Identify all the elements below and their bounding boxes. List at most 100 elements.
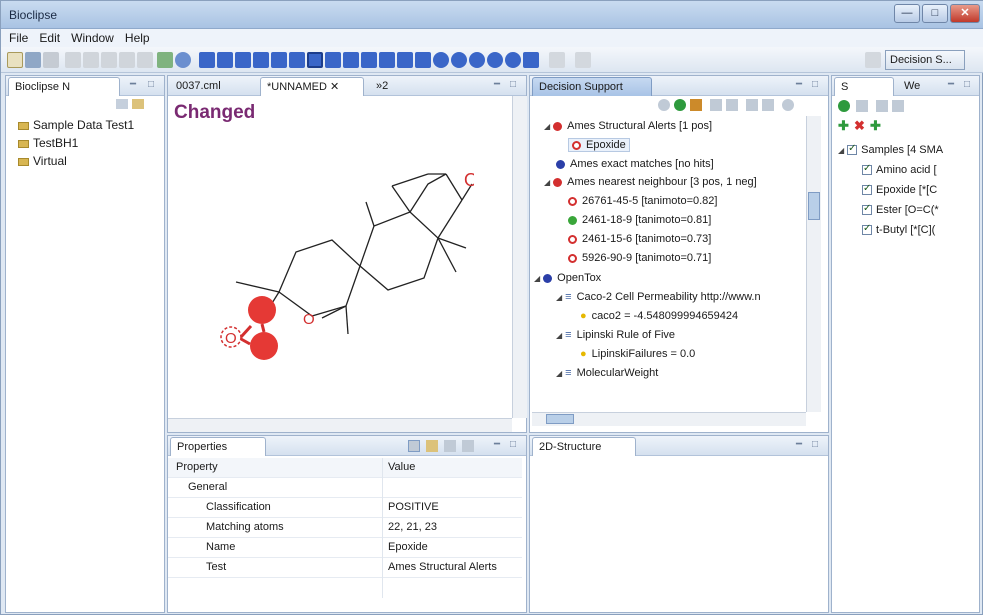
editor-hscroll[interactable] bbox=[168, 418, 512, 432]
expand-all-icon[interactable] bbox=[746, 99, 758, 111]
nav-back-icon[interactable] bbox=[549, 52, 565, 68]
filter-icon[interactable] bbox=[426, 440, 438, 452]
maximize-panel-icon[interactable]: □ bbox=[148, 79, 154, 90]
load-icon[interactable] bbox=[856, 100, 868, 112]
tree-row-lipinski[interactable]: ◢ ≡ Lipinski Rule of Five bbox=[556, 329, 675, 341]
tree-row-ames-nearest[interactable]: ◢ Ames nearest neighbour [3 pos, 1 neg] bbox=[544, 176, 757, 188]
maximize-panel-icon[interactable]: □ bbox=[510, 79, 516, 90]
sample-item[interactable]: Ester [O=C(* bbox=[862, 203, 939, 216]
tree-row-neighbour[interactable]: 2461-18-9 [tanimoto=0.81] bbox=[568, 214, 711, 226]
collapse-all-icon[interactable] bbox=[892, 100, 904, 112]
editor-vscroll[interactable] bbox=[512, 96, 527, 418]
expand-all-icon[interactable] bbox=[876, 100, 888, 112]
tab-decision-support[interactable]: Decision Support bbox=[532, 77, 652, 96]
maximize-panel-icon[interactable]: □ bbox=[812, 79, 818, 90]
save-all-icon[interactable] bbox=[43, 52, 59, 68]
new-icon[interactable] bbox=[7, 52, 23, 68]
add-sample-icon[interactable]: ✚ bbox=[870, 118, 881, 134]
tree-row-neighbour[interactable]: 26761-45-5 [tanimoto=0.82] bbox=[568, 195, 717, 207]
molecule-canvas[interactable]: O O O bbox=[204, 166, 474, 376]
save-icon[interactable] bbox=[25, 52, 41, 68]
nav-forward-icon[interactable] bbox=[575, 52, 591, 68]
link-editor-icon[interactable] bbox=[132, 99, 144, 109]
menu-edit[interactable]: Edit bbox=[39, 31, 60, 45]
benzene-ring-icon[interactable] bbox=[487, 52, 503, 68]
checkbox[interactable] bbox=[862, 223, 872, 236]
tab-navigator[interactable]: Bioclipse N bbox=[8, 77, 120, 96]
checkbox[interactable] bbox=[847, 143, 858, 156]
rectangle-select-icon[interactable] bbox=[379, 52, 395, 68]
heptagon-ring-icon[interactable] bbox=[469, 52, 485, 68]
nav-item-testbh1[interactable]: TestBH1 bbox=[18, 136, 78, 150]
samples-root[interactable]: ◢ Samples [4 SMA bbox=[838, 143, 943, 156]
scroll-thumb[interactable] bbox=[808, 192, 820, 220]
tab-0037-cml[interactable]: 0037.cml bbox=[170, 77, 256, 96]
run-icon[interactable] bbox=[838, 100, 850, 112]
collapse-all-icon[interactable] bbox=[762, 99, 774, 111]
add-icon[interactable]: ✚ bbox=[838, 118, 849, 134]
highlighted-atom-icon[interactable] bbox=[248, 296, 276, 324]
tree-row-caco2-value[interactable]: ● caco2 = -4.548099994659424 bbox=[580, 310, 738, 322]
tree-row-epoxide[interactable]: Epoxide bbox=[568, 138, 630, 152]
checkbox[interactable] bbox=[862, 203, 872, 216]
hexagon-ring-icon[interactable] bbox=[451, 52, 467, 68]
charge-icon[interactable] bbox=[361, 52, 377, 68]
export-icon[interactable] bbox=[726, 99, 738, 111]
sample-item[interactable]: t-Butyl [*[C]( bbox=[862, 223, 935, 236]
expand-icon[interactable]: ◢ bbox=[556, 293, 562, 302]
tab-overflow[interactable]: »2 bbox=[370, 77, 396, 96]
eraser-icon[interactable] bbox=[343, 52, 359, 68]
expand-icon[interactable]: ◢ bbox=[556, 331, 562, 340]
sample-item[interactable]: Epoxide [*[C bbox=[862, 183, 937, 196]
property-group[interactable]: General bbox=[168, 478, 522, 498]
copy-icon[interactable] bbox=[83, 52, 99, 68]
run-tests-icon[interactable] bbox=[674, 99, 686, 111]
minimize-panel-icon[interactable]: ━ bbox=[796, 79, 802, 90]
minimize-panel-icon[interactable]: ━ bbox=[494, 79, 500, 90]
property-row[interactable]: Test Ames Structural Alerts bbox=[168, 558, 522, 578]
scroll-thumb[interactable] bbox=[546, 414, 574, 424]
tree-row-ames-alerts[interactable]: ◢ Ames Structural Alerts [1 pos] bbox=[544, 120, 712, 132]
tab-we[interactable]: We bbox=[898, 77, 942, 96]
checkbox[interactable] bbox=[862, 163, 872, 176]
sample-item[interactable]: Amino acid [ bbox=[862, 163, 937, 176]
tab-properties[interactable]: Properties bbox=[170, 437, 266, 456]
nav-item-virtual[interactable]: Virtual bbox=[18, 154, 67, 168]
flip-v-icon[interactable] bbox=[289, 52, 305, 68]
tree-row-caco2[interactable]: ◢ ≡ Caco-2 Cell Permeability http://www.n bbox=[556, 291, 761, 303]
property-row[interactable]: Classification POSITIVE bbox=[168, 498, 522, 518]
collapse-all-icon[interactable] bbox=[116, 99, 128, 109]
decision-hscroll[interactable] bbox=[532, 412, 806, 426]
expand-icon[interactable]: ◢ bbox=[838, 146, 844, 155]
refresh-icon[interactable] bbox=[658, 99, 670, 111]
maximize-button[interactable]: □ bbox=[922, 4, 948, 23]
run-icon[interactable] bbox=[157, 52, 173, 68]
minimize-button[interactable]: — bbox=[894, 4, 920, 23]
maximize-panel-icon[interactable]: □ bbox=[964, 79, 970, 90]
cut-icon[interactable] bbox=[65, 52, 81, 68]
pencil-icon[interactable] bbox=[523, 52, 539, 68]
chain-icon[interactable] bbox=[217, 52, 233, 68]
tree-row-opentox[interactable]: ◢ OpenTox bbox=[534, 272, 601, 284]
triangle-ring-icon[interactable] bbox=[397, 52, 413, 68]
expand-icon[interactable]: ◢ bbox=[534, 274, 540, 283]
tree-row-ames-exact[interactable]: Ames exact matches [no hits] bbox=[556, 158, 714, 170]
expand-icon[interactable]: ◢ bbox=[556, 369, 562, 378]
square-ring-icon[interactable] bbox=[415, 52, 431, 68]
paste-icon[interactable] bbox=[101, 52, 117, 68]
tree-row-neighbour[interactable]: 2461-15-6 [tanimoto=0.73] bbox=[568, 233, 711, 245]
categories-icon[interactable] bbox=[408, 440, 420, 452]
tab-s[interactable]: S bbox=[834, 77, 894, 96]
close-button[interactable]: ✕ bbox=[950, 4, 980, 23]
decision-vscroll[interactable] bbox=[806, 116, 821, 412]
menu-window[interactable]: Window bbox=[71, 31, 114, 45]
report-icon[interactable] bbox=[710, 99, 722, 111]
draw-bond-icon[interactable] bbox=[199, 52, 215, 68]
maximize-panel-icon[interactable]: □ bbox=[812, 439, 818, 450]
tab-2d-structure[interactable]: 2D-Structure bbox=[532, 437, 636, 456]
checkbox[interactable] bbox=[862, 183, 872, 196]
minimize-panel-icon[interactable]: ━ bbox=[796, 439, 802, 450]
redo-icon[interactable] bbox=[137, 52, 153, 68]
help-icon[interactable] bbox=[782, 99, 794, 111]
octagon-ring-icon[interactable] bbox=[505, 52, 521, 68]
